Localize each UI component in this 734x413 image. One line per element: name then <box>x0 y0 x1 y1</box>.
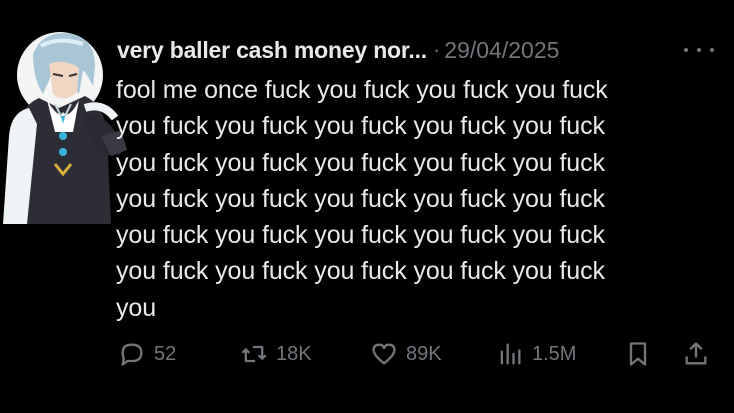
header-separator: · <box>432 37 441 62</box>
tweet-text: fool me once fuck you fuck you fuck you … <box>116 76 608 322</box>
reply-button[interactable]: 52 <box>118 338 176 370</box>
share-upload-icon <box>685 342 707 365</box>
bookmark-icon <box>629 342 647 366</box>
display-name[interactable]: very baller cash money nor... <box>117 37 427 64</box>
repost-button[interactable]: 18K <box>240 338 312 370</box>
avatar[interactable] <box>3 32 127 224</box>
views-count: 1.5M <box>532 342 577 365</box>
views-button[interactable]: 1.5M <box>496 338 576 370</box>
heart-icon <box>372 343 396 365</box>
like-button[interactable]: 89K <box>370 338 442 370</box>
bar-chart-icon <box>500 343 521 365</box>
tweet-card: very baller cash money nor... · 29/04/20… <box>0 0 734 413</box>
repost-arrows-icon <box>241 345 267 363</box>
more-options-icon[interactable] <box>684 46 714 54</box>
share-button[interactable] <box>682 338 710 370</box>
reply-bubble-icon <box>121 343 143 366</box>
repost-count: 18K <box>276 342 312 365</box>
avatar-character-image <box>3 33 127 224</box>
tweet-header: very baller cash money nor... · 29/04/20… <box>117 34 559 66</box>
tweet-actions: 52 18K 89K 1.5M <box>118 338 718 370</box>
like-count: 89K <box>406 342 442 365</box>
tweet-date[interactable]: 29/04/2025 <box>444 37 559 64</box>
bookmark-button[interactable] <box>624 338 652 370</box>
reply-count: 52 <box>154 342 177 365</box>
